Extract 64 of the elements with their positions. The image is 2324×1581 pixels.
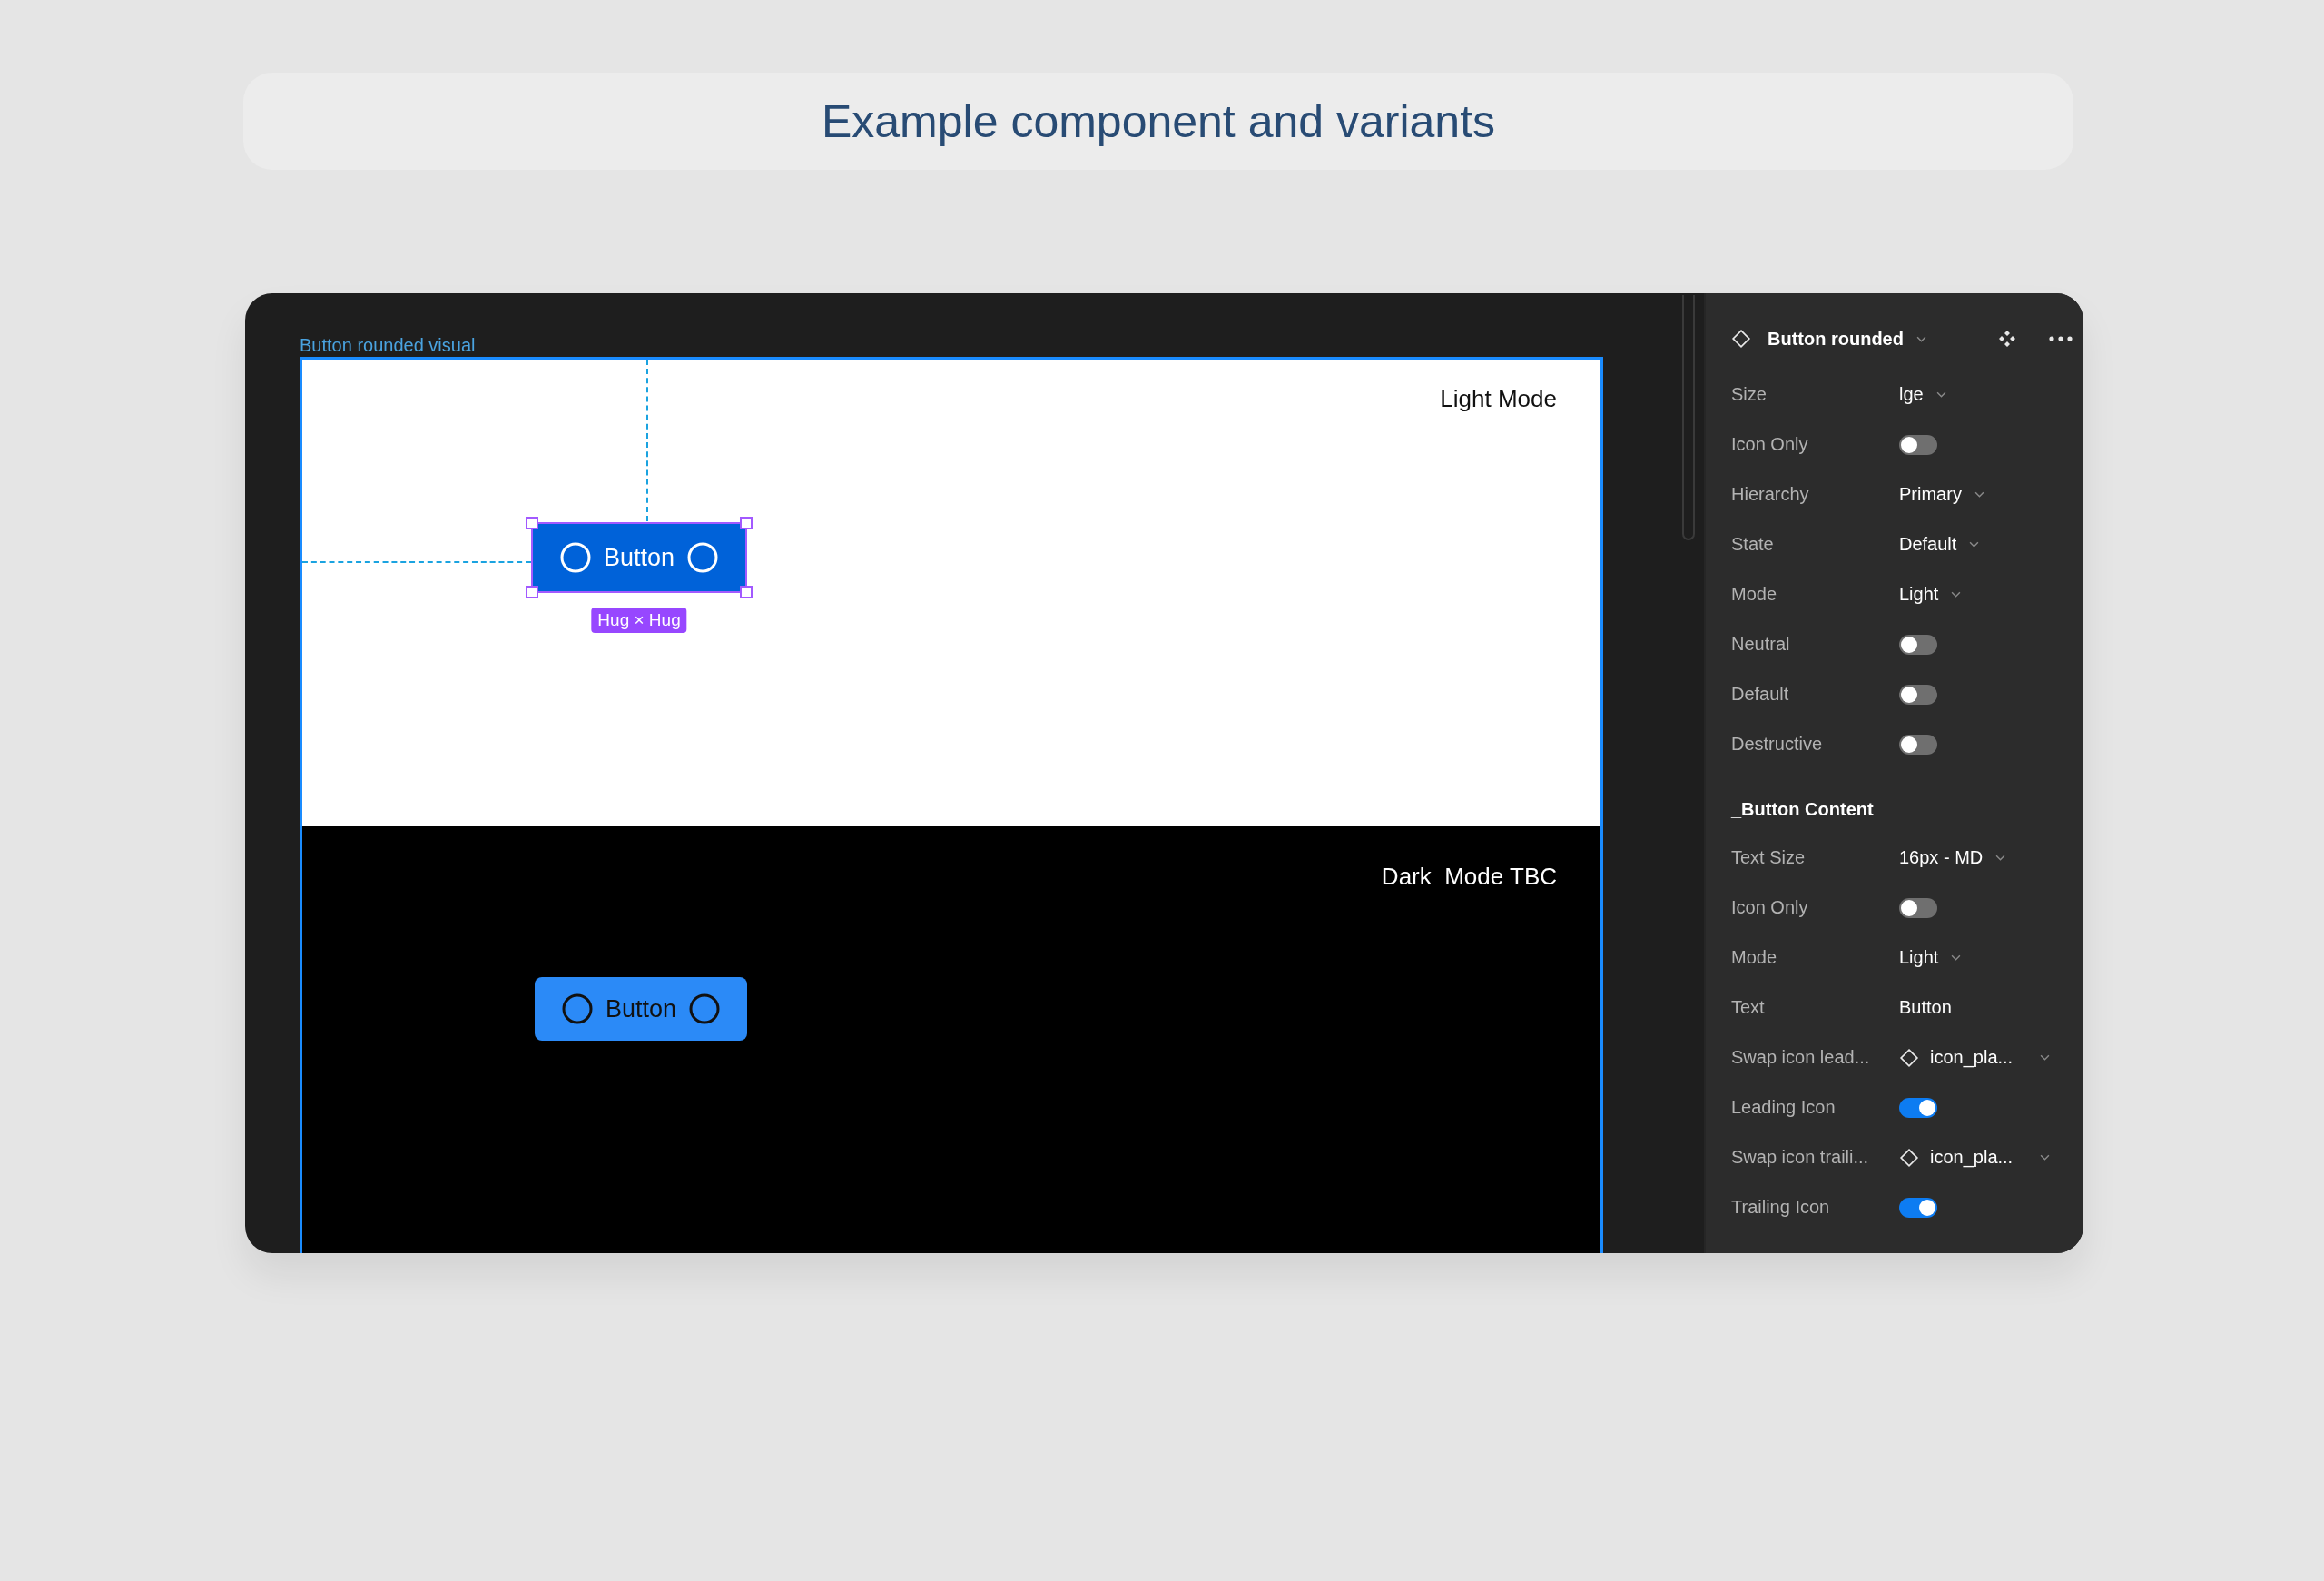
property-label: Mode	[1731, 947, 1778, 968]
property-label: Text	[1731, 997, 1766, 1018]
property-label: Hierarchy	[1731, 484, 1810, 505]
toggle-switch[interactable]	[1899, 1197, 1937, 1218]
toggle-switch[interactable]	[1899, 1097, 1937, 1118]
section-label: Light Mode	[1440, 385, 1557, 413]
page-title: Example component and variants	[821, 94, 1496, 148]
property-label: Swap icon traili...	[1731, 1147, 1870, 1168]
chevron-down-icon	[1974, 491, 1984, 498]
property-label: Mode	[1731, 584, 1778, 605]
circle-icon	[560, 542, 591, 573]
toggle-switch[interactable]	[1899, 434, 1937, 455]
component-icon[interactable]	[1998, 330, 2016, 348]
diamond-icon	[1731, 329, 1751, 349]
circle-icon	[562, 993, 593, 1024]
property-label: Swap icon lead...	[1731, 1047, 1871, 1068]
section-label: Dark Mode TBC	[1381, 863, 1557, 891]
diamond-icon	[1899, 1047, 1919, 1068]
property-dropdown[interactable]: 16px - MD	[1899, 847, 2006, 868]
property-label: Icon Only	[1731, 897, 1809, 918]
property-dropdown[interactable]: lge	[1899, 384, 1946, 405]
resize-handle[interactable]	[526, 517, 538, 529]
circle-icon	[689, 993, 721, 1024]
diamond-icon	[1899, 1147, 1919, 1168]
chevron-down-icon	[2040, 1054, 2051, 1061]
chevron-down-icon	[1915, 335, 1926, 342]
property-dropdown[interactable]: Primary	[1899, 484, 1984, 505]
property-label: Size	[1731, 384, 1768, 405]
frame-label[interactable]: Button rounded visual	[300, 333, 476, 357]
property-label: Default	[1731, 684, 1790, 705]
toggle-switch[interactable]	[1899, 734, 1937, 755]
chevron-down-icon	[1935, 391, 1946, 398]
property-dropdown[interactable]: Light	[1899, 947, 1962, 968]
property-label: Leading Icon	[1731, 1097, 1837, 1118]
property-dropdown[interactable]: Default	[1899, 534, 1980, 555]
toggle-switch[interactable]	[1899, 684, 1937, 705]
scrollbar[interactable]	[1682, 295, 1695, 540]
chevron-down-icon	[1951, 954, 1962, 961]
property-value[interactable]: Button	[1899, 997, 1952, 1018]
property-label: Neutral	[1731, 634, 1791, 655]
resize-handle[interactable]	[740, 517, 753, 529]
section-title: _Button Content	[1731, 798, 1874, 820]
property-dropdown[interactable]: Light	[1899, 584, 1962, 605]
property-dropdown[interactable]: icon_pla...	[1930, 1047, 2014, 1068]
size-tag: Hug × Hug	[591, 608, 687, 633]
more-icon[interactable]	[2049, 336, 2073, 341]
toggle-switch[interactable]	[1899, 634, 1937, 655]
resize-handle[interactable]	[740, 586, 753, 598]
circle-icon	[687, 542, 719, 573]
toggle-switch[interactable]	[1899, 897, 1937, 918]
property-label: Destructive	[1731, 734, 1824, 755]
chevron-down-icon	[1951, 591, 1962, 598]
property-label: Trailing Icon	[1731, 1197, 1831, 1218]
button[interactable]: Button	[533, 524, 746, 591]
button[interactable]: Button	[535, 977, 748, 1041]
property-dropdown[interactable]: icon_pla...	[1930, 1147, 2014, 1168]
property-label: Text Size	[1731, 847, 1807, 868]
property-label: State	[1731, 534, 1775, 555]
chevron-down-icon	[1995, 855, 2006, 861]
component-name: Button rounded	[1768, 328, 1904, 350]
chevron-down-icon	[2040, 1154, 2051, 1161]
resize-handle[interactable]	[526, 586, 538, 598]
chevron-down-icon	[1969, 541, 1980, 548]
property-label: Icon Only	[1731, 434, 1809, 455]
